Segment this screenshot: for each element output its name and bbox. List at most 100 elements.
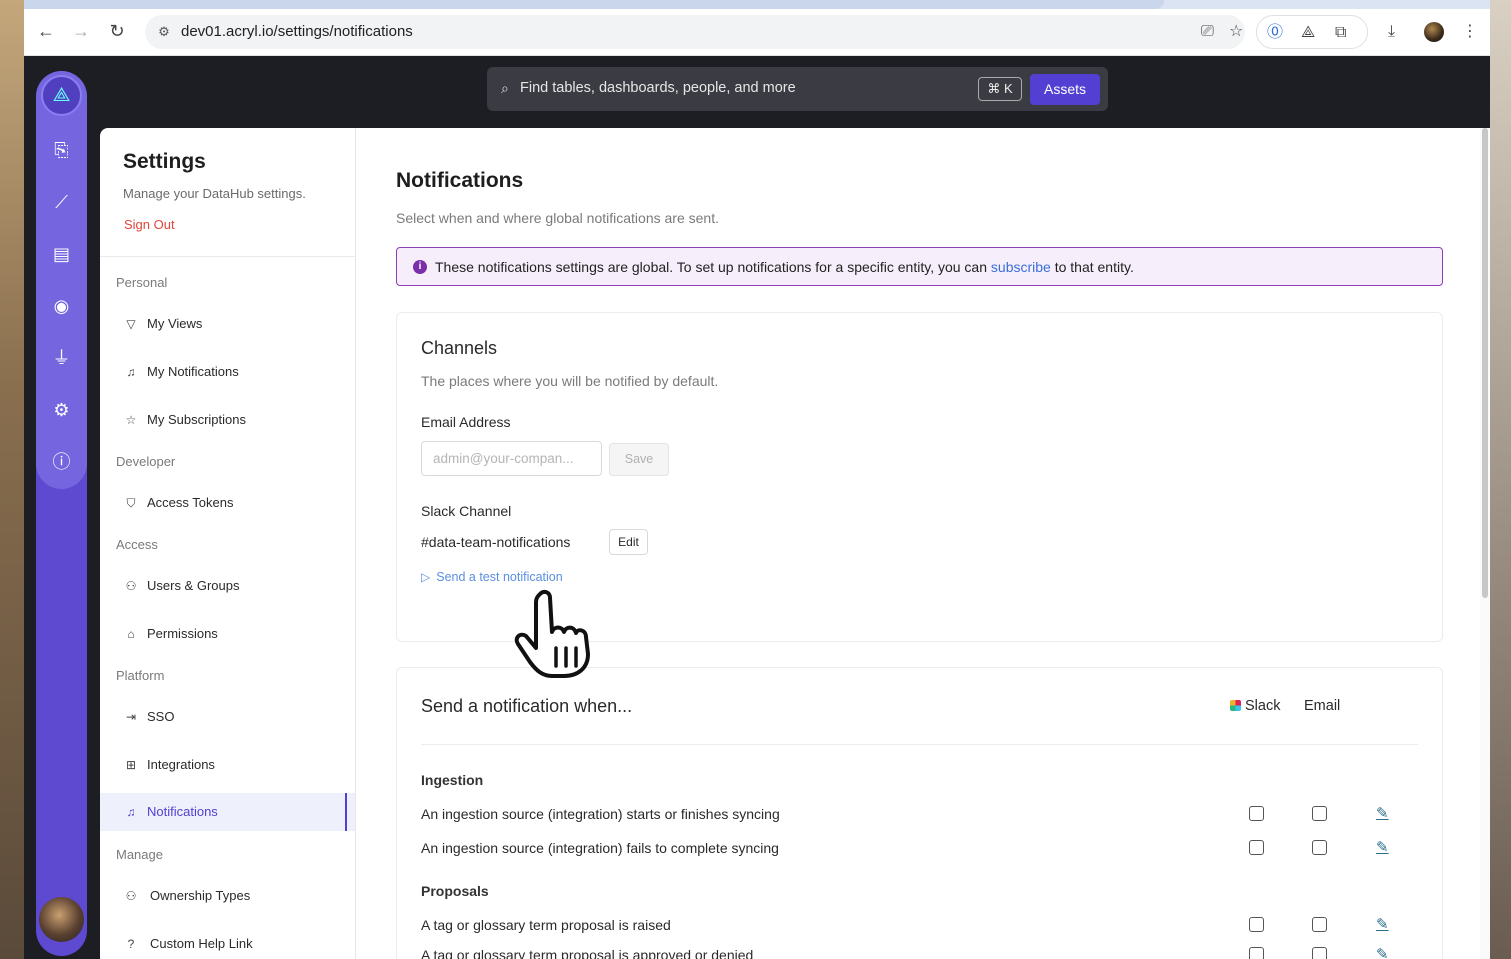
browser-toolbar: ← → ↻ ⚙ dev01.acryl.io/settings/notifica… xyxy=(24,9,1490,56)
sidebar-item-integrations[interactable]: ⊞ Integrations xyxy=(100,746,355,784)
filter-icon: ▽ xyxy=(126,317,136,331)
profile-avatar[interactable] xyxy=(1424,22,1444,42)
send-test-notification-link[interactable]: ▷ Send a test notification xyxy=(421,570,563,584)
active-tab[interactable] xyxy=(24,0,1164,9)
global-search[interactable]: ⌕ Find tables, dashboards, people, and m… xyxy=(487,67,1108,111)
user-avatar[interactable] xyxy=(39,897,84,942)
slack-column-header: Slack xyxy=(1230,698,1280,714)
email-checkbox[interactable] xyxy=(1312,947,1327,959)
search-placeholder[interactable]: Find tables, dashboards, people, and mor… xyxy=(520,80,796,96)
shortcut-badge: ⌘ K xyxy=(978,77,1022,101)
sign-out-link[interactable]: Sign Out xyxy=(124,217,175,232)
sidebar-item-label: Users & Groups xyxy=(147,578,240,593)
forward-icon[interactable]: → xyxy=(69,19,93,43)
sidebar-item-my-subscriptions[interactable]: ☆ My Subscriptions xyxy=(100,401,355,439)
sidebar-item-my-notifications[interactable]: ♫ My Notifications xyxy=(100,353,355,391)
sidebar-item-label: Ownership Types xyxy=(150,888,251,903)
page-title: Notifications xyxy=(396,169,524,192)
rule-row: An ingestion source (integration) fails … xyxy=(421,837,1418,861)
scrollbar-thumb[interactable] xyxy=(1482,128,1488,598)
sidebar-divider xyxy=(100,256,355,257)
sidebar-item-sso[interactable]: ⇥ SSO xyxy=(100,698,355,736)
slack-checkbox[interactable] xyxy=(1249,840,1264,855)
tab-strip xyxy=(24,0,1490,9)
page-subtitle: Select when and where global notificatio… xyxy=(396,210,719,226)
sidebar-item-users-groups[interactable]: ⚇ Users & Groups xyxy=(100,567,355,605)
acryl-extension-icon[interactable]: ⟁ xyxy=(1301,24,1315,42)
analytics-icon[interactable]: ⟋ xyxy=(49,190,74,215)
assets-button[interactable]: Assets xyxy=(1030,74,1100,105)
slack-channel-label: Slack Channel xyxy=(421,503,512,519)
app-shell: ⟁ ⎘ ⟋ ▤ ◉ ⏚ ⚙ ⓘ ⌕ Find tables, dashboard… xyxy=(24,56,1490,959)
email-checkbox[interactable] xyxy=(1312,840,1327,855)
report-icon[interactable]: ▤ xyxy=(49,242,74,267)
browser-menu-icon[interactable]: ⋮ xyxy=(1462,23,1478,41)
slack-checkbox[interactable] xyxy=(1249,806,1264,821)
sidebar-item-ownership-types[interactable]: ⚇ Ownership Types xyxy=(100,877,355,915)
inbox-icon[interactable]: ⎘ xyxy=(49,138,74,163)
sidebar-item-permissions[interactable]: ⌂ Permissions xyxy=(100,615,355,653)
sidebar-item-access-tokens[interactable]: ⛉ Access Tokens xyxy=(100,484,355,522)
email-checkbox[interactable] xyxy=(1312,917,1327,932)
install-app-icon[interactable]: ⎚ xyxy=(1201,23,1214,41)
nav-rail: ⟁ ⎘ ⟋ ▤ ◉ ⏚ ⚙ ⓘ xyxy=(36,71,87,956)
slack-checkbox[interactable] xyxy=(1249,947,1264,959)
star-icon: ☆ xyxy=(125,413,137,427)
back-icon[interactable]: ← xyxy=(34,19,58,43)
send-test-label: Send a test notification xyxy=(436,570,563,584)
rule-text: A tag or glossary term proposal is raise… xyxy=(421,917,671,933)
section-personal: Personal xyxy=(116,275,168,290)
password-manager-icon[interactable]: ⓪ xyxy=(1267,24,1283,42)
pencil-icon[interactable]: ✎ xyxy=(1376,945,1389,959)
settings-subtitle: Manage your DataHub settings. xyxy=(123,186,306,201)
nav-rail-top xyxy=(36,71,87,489)
section-manage: Manage xyxy=(116,847,163,862)
pencil-icon[interactable]: ✎ xyxy=(1376,838,1389,856)
login-icon: ⇥ xyxy=(125,710,137,724)
extensions-group: ⓪ ⟁ ⧉ xyxy=(1256,15,1368,49)
notifications-page: Notifications Select when and where glob… xyxy=(356,128,1490,959)
pencil-icon[interactable]: ✎ xyxy=(1376,804,1389,822)
address-bar[interactable]: ⚙ dev01.acryl.io/settings/notifications … xyxy=(145,15,1245,49)
download-icon[interactable]: ⤓ xyxy=(1388,23,1395,41)
help-icon[interactable]: ⓘ xyxy=(49,450,74,475)
channels-title: Channels xyxy=(421,338,498,358)
subscribe-link[interactable]: subscribe xyxy=(991,259,1051,275)
sidebar-item-custom-help-link[interactable]: ? Custom Help Link xyxy=(100,925,355,959)
pencil-icon[interactable]: ✎ xyxy=(1376,915,1389,933)
email-checkbox[interactable] xyxy=(1312,806,1327,821)
section-developer: Developer xyxy=(116,454,176,469)
sidebar-item-label: Access Tokens xyxy=(147,495,234,510)
edit-button[interactable]: Edit xyxy=(609,529,648,555)
bank-icon: ⌂ xyxy=(127,627,135,641)
desktop-background-right xyxy=(1490,0,1511,959)
sidebar-item-notifications[interactable]: ♫ Notifications xyxy=(100,793,355,831)
reload-icon[interactable]: ↻ xyxy=(105,19,129,43)
scrollbar[interactable] xyxy=(1480,128,1490,959)
url-text[interactable]: dev01.acryl.io/settings/notifications xyxy=(181,23,413,40)
rules-title: Send a notification when... xyxy=(421,696,633,716)
gear-icon[interactable]: ⚙ xyxy=(49,398,74,423)
eye-icon[interactable]: ◉ xyxy=(49,294,74,319)
rules-divider xyxy=(421,744,1418,745)
rule-text: A tag or glossary term proposal is appro… xyxy=(421,947,754,959)
sidebar-item-my-views[interactable]: ▽ My Views xyxy=(100,305,355,343)
email-field[interactable] xyxy=(421,441,602,476)
bookmark-star-icon[interactable]: ☆ xyxy=(1229,23,1243,41)
slack-checkbox[interactable] xyxy=(1249,917,1264,932)
home-logo[interactable]: ⟁ xyxy=(41,75,82,116)
channels-subtitle: The places where you will be notified by… xyxy=(421,373,719,389)
extensions-puzzle-icon[interactable]: ⧉ xyxy=(1335,24,1346,42)
users-icon: ⚇ xyxy=(125,579,137,593)
banner-text-before: These notifications settings are global.… xyxy=(435,259,991,275)
bell-icon: ♫ xyxy=(126,805,136,819)
sidebar-item-label: Permissions xyxy=(147,626,218,641)
site-settings-icon[interactable]: ⚙ xyxy=(155,23,173,41)
notification-rules-card: Send a notification when... Slack Email … xyxy=(396,667,1443,959)
sidebar-item-label: My Notifications xyxy=(147,364,239,379)
plug-icon[interactable]: ⏚ xyxy=(49,346,74,371)
info-banner: i These notifications settings are globa… xyxy=(396,247,1443,286)
group-ingestion: Ingestion xyxy=(421,772,484,788)
save-button[interactable]: Save xyxy=(609,443,669,476)
browser-window: ← → ↻ ⚙ dev01.acryl.io/settings/notifica… xyxy=(24,0,1490,959)
